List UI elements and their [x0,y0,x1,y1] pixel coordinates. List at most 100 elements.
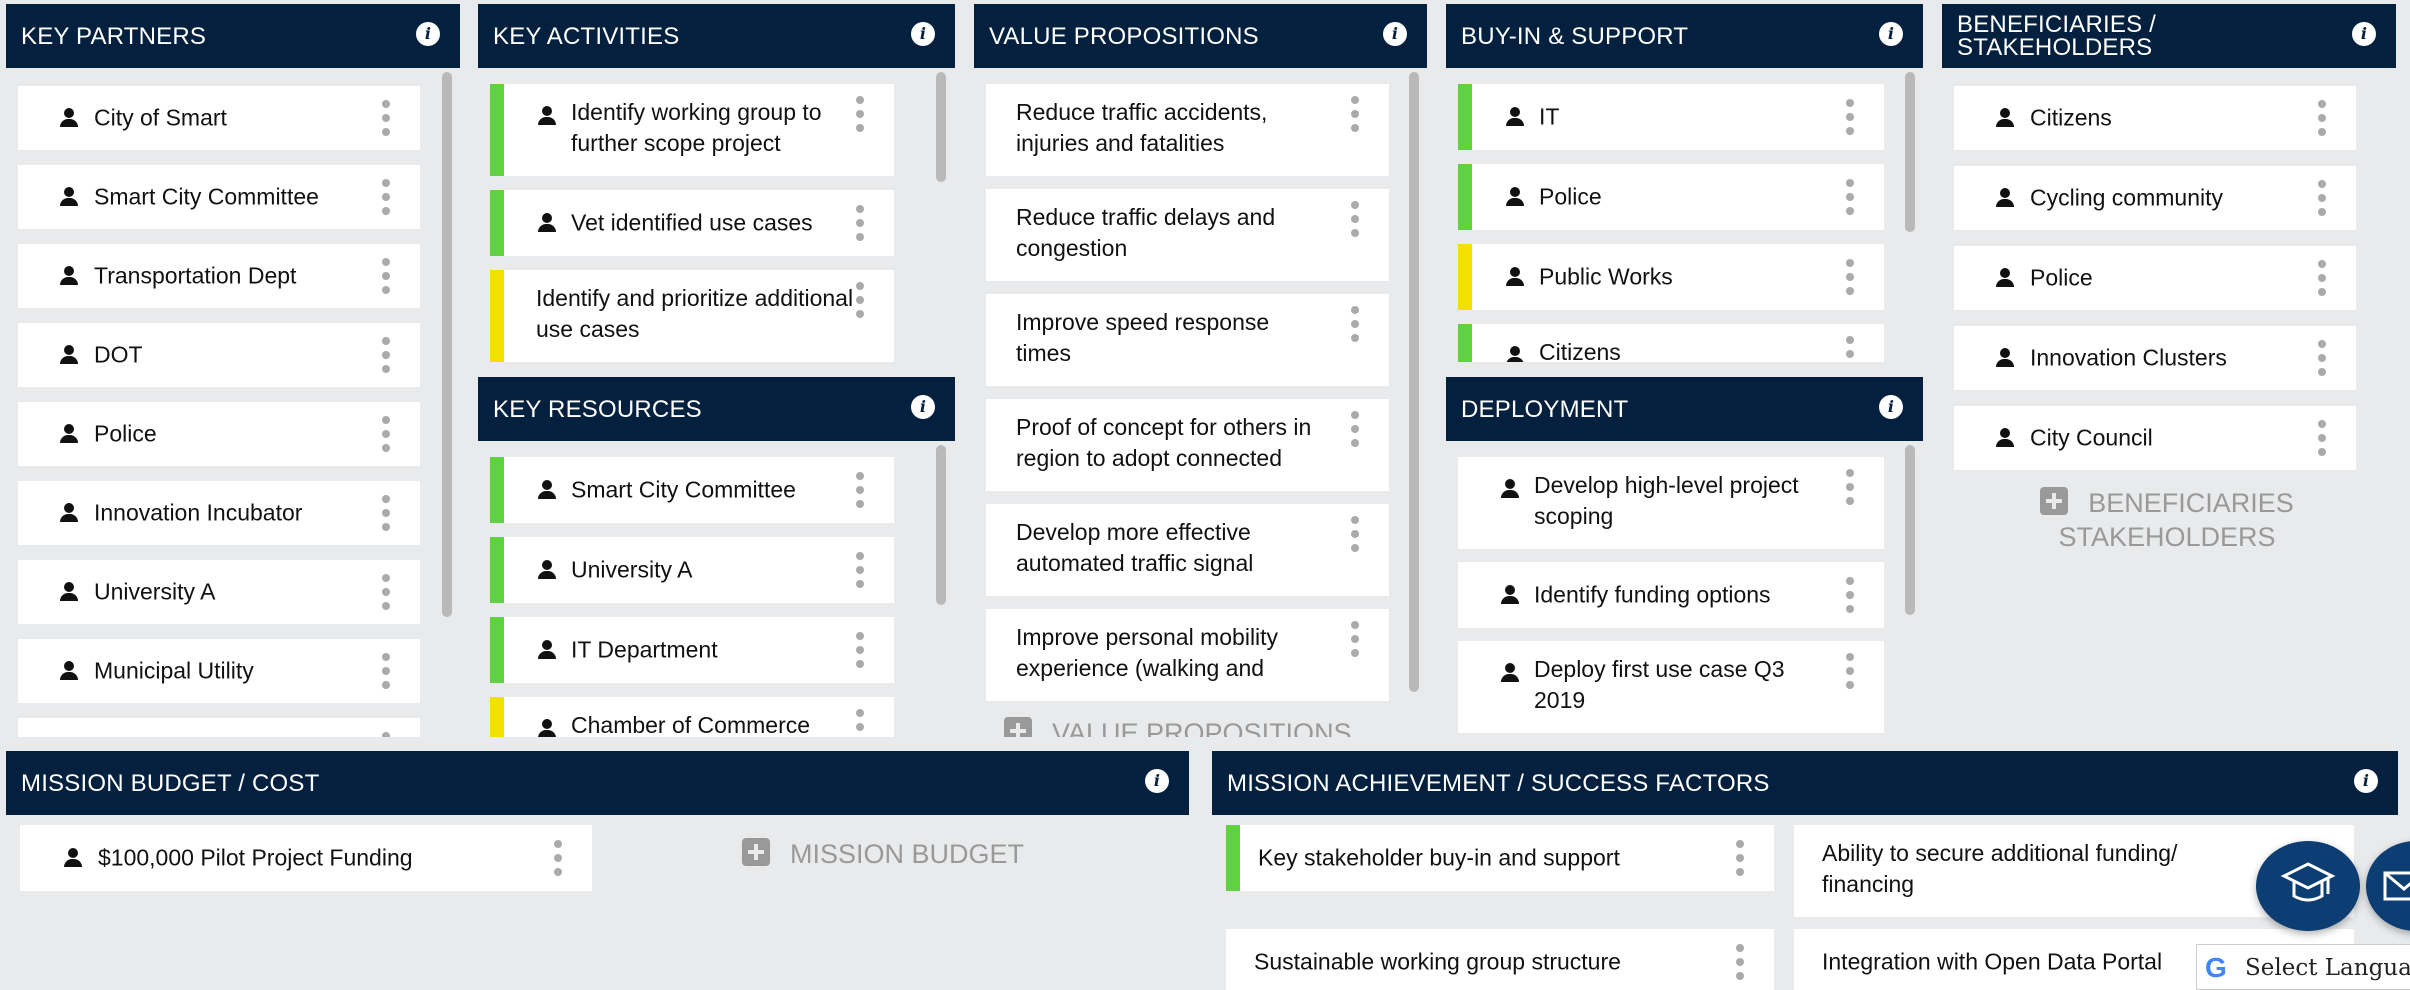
card[interactable]: Municipal Utility [18,639,420,703]
info-icon[interactable]: i [1879,395,1903,419]
scrollbar[interactable] [1905,445,1915,615]
info-icon[interactable]: i [911,22,935,46]
kebab-menu-icon[interactable] [1351,201,1359,237]
kebab-menu-icon[interactable] [856,552,864,588]
card[interactable]: Reduce traffic accidents, injuries and f… [986,84,1389,176]
kebab-menu-icon[interactable] [2318,180,2326,216]
kebab-menu-icon[interactable] [382,100,390,136]
card[interactable]: Citizens [1954,86,2356,150]
card[interactable]: Police [1954,246,2356,310]
info-icon[interactable]: i [1145,769,1169,793]
card[interactable]: Citizens [1458,324,1884,362]
status-bar [1458,164,1472,230]
kebab-menu-icon[interactable] [2318,100,2326,136]
card[interactable]: Police [18,402,420,466]
card[interactable]: $100,000 Pilot Project Funding [20,825,592,891]
card[interactable]: Key stakeholder buy-in and support [1226,825,1774,891]
card[interactable]: Vet identified use cases [490,190,894,256]
kebab-menu-icon[interactable] [1846,653,1854,689]
card[interactable] [18,718,420,737]
kebab-menu-icon[interactable] [382,732,390,737]
card[interactable]: IT Department [490,617,894,683]
kebab-menu-icon[interactable] [856,96,864,132]
card[interactable]: Reduce traffic delays and congestion [986,189,1389,281]
graduation-cap-button[interactable] [2256,841,2360,931]
status-bar [490,537,504,603]
card[interactable]: Identify and prioritize additional use c… [490,270,894,362]
card[interactable]: Deploy first use case Q3 2019 [1458,641,1884,733]
card[interactable]: University A [490,537,894,603]
scrollbar[interactable] [442,72,452,617]
card[interactable]: Transportation Dept [18,244,420,308]
user-icon [538,640,556,660]
scrollbar[interactable] [1409,72,1419,692]
kebab-menu-icon[interactable] [382,337,390,373]
kebab-menu-icon[interactable] [856,282,864,318]
status-bar [490,270,504,362]
kebab-menu-icon[interactable] [1351,621,1359,657]
card[interactable]: IT [1458,84,1884,150]
kebab-menu-icon[interactable] [1736,944,1744,980]
card[interactable]: Smart City Committee [18,165,420,229]
kebab-menu-icon[interactable] [1736,840,1744,876]
scrollbar[interactable] [1905,72,1915,232]
kebab-menu-icon[interactable] [1351,516,1359,552]
kebab-menu-icon[interactable] [1846,577,1854,613]
info-icon[interactable]: i [416,22,440,46]
card[interactable]: Improve personal mobility experience (wa… [986,609,1389,701]
panel-body: City of Smart Smart City Committee Trans… [6,68,460,737]
kebab-menu-icon[interactable] [1846,99,1854,135]
card[interactable]: Innovation Clusters [1954,326,2356,390]
panel-header: DEPLOYMENT i [1446,377,1923,441]
card[interactable]: Develop more effective automated traffic… [986,504,1389,596]
add-value-proposition-button[interactable]: VALUE PROPOSITIONS [1004,716,1394,737]
card[interactable]: Innovation Incubator [18,481,420,545]
card[interactable]: Improve speed response times [986,294,1389,386]
kebab-menu-icon[interactable] [1351,411,1359,447]
card[interactable]: City of Smart [18,86,420,150]
kebab-menu-icon[interactable] [382,416,390,452]
info-icon[interactable]: i [1383,22,1407,46]
card[interactable]: Identify funding options [1458,562,1884,628]
kebab-menu-icon[interactable] [382,179,390,215]
card[interactable]: Sustainable working group structure [1226,929,1774,990]
add-beneficiary-button[interactable]: BENEFICIARIES STAKEHOLDERS [1972,486,2362,554]
kebab-menu-icon[interactable] [2318,260,2326,296]
info-icon[interactable]: i [1879,22,1903,46]
kebab-menu-icon[interactable] [1846,259,1854,295]
kebab-menu-icon[interactable] [554,840,562,876]
kebab-menu-icon[interactable] [382,574,390,610]
info-icon[interactable]: i [2352,22,2376,46]
card[interactable]: Police [1458,164,1884,230]
card[interactable]: Public Works [1458,244,1884,310]
card[interactable]: Chamber of Commerce [490,697,894,737]
scrollbar[interactable] [936,445,946,605]
card[interactable]: University A [18,560,420,624]
kebab-menu-icon[interactable] [1351,96,1359,132]
kebab-menu-icon[interactable] [382,653,390,689]
kebab-menu-icon[interactable] [2318,340,2326,376]
scrollbar[interactable] [936,72,946,182]
kebab-menu-icon[interactable] [382,258,390,294]
card[interactable]: Cycling community [1954,166,2356,230]
kebab-menu-icon[interactable] [1351,306,1359,342]
kebab-menu-icon[interactable] [856,472,864,508]
kebab-menu-icon[interactable] [1846,179,1854,215]
card[interactable]: Smart City Committee [490,457,894,523]
kebab-menu-icon[interactable] [856,709,864,737]
info-icon[interactable]: i [911,395,935,419]
card[interactable]: Identify working group to further scope … [490,84,894,176]
kebab-menu-icon[interactable] [1846,469,1854,505]
info-icon[interactable]: i [2354,769,2378,793]
kebab-menu-icon[interactable] [1846,336,1854,362]
card[interactable]: Develop high-level project scoping [1458,457,1884,549]
kebab-menu-icon[interactable] [856,632,864,668]
kebab-menu-icon[interactable] [2318,420,2326,456]
card[interactable]: Proof of concept for others in region to… [986,399,1389,491]
kebab-menu-icon[interactable] [856,205,864,241]
add-mission-budget-button[interactable]: MISSION BUDGET [742,837,1142,871]
kebab-menu-icon[interactable] [382,495,390,531]
language-selector[interactable]: G Select Language [2196,944,2410,990]
card[interactable]: City Council [1954,406,2356,470]
card[interactable]: DOT [18,323,420,387]
